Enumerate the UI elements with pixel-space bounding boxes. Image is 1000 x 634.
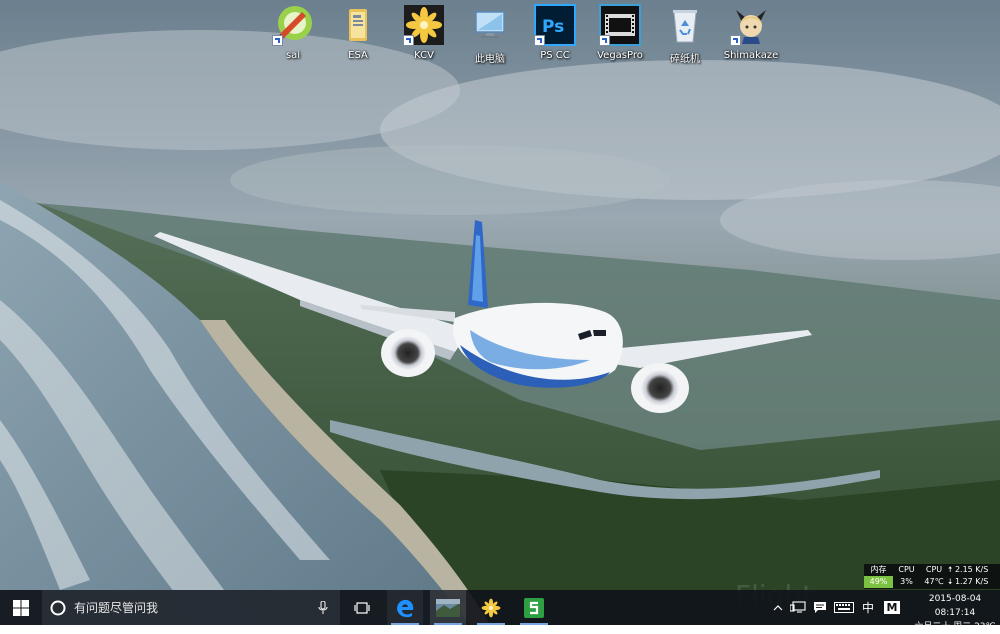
desktop-icon-label: PS CC [540,50,570,61]
ps-icon-letters: Ps [542,17,564,37]
taskbar-app-edge[interactable] [387,590,423,625]
clock-date-time: 2015-08-04 08:17:14 [910,592,1000,620]
desktop-icon-ps-cc[interactable]: Ps PS CC [520,4,590,66]
desktop-icon-sai[interactable]: sai [258,4,328,66]
cpu-label: CPU [898,565,915,574]
shortcut-arrow-icon [534,35,545,46]
clock-time: 08:17:14 [934,608,976,618]
shortcut-arrow-icon [730,35,741,46]
download-arrow-icon: 🠇 [948,577,953,586]
desktop-icon-esa[interactable]: ESA [323,4,393,66]
shimakaze-app-icon [730,4,772,46]
task-view-icon [354,601,370,614]
kcv-app-icon [481,598,501,617]
action-center-button[interactable] [810,590,830,625]
memory-label: 内存 [870,565,887,574]
desktop-icon-label: VegasPro [597,50,643,61]
cortana-circle-icon [50,600,66,615]
touch-keyboard-button[interactable] [832,590,856,625]
ime-language-label: 中 [861,601,874,615]
cpu-temp-label: CPU [925,565,943,574]
taskbar-app-photos[interactable] [430,590,466,625]
sai-app-icon [272,4,314,46]
message-icon [814,602,826,613]
keyboard-icon [834,602,854,613]
memory-usage: 内存 49% [864,564,893,589]
show-hidden-icons-button[interactable] [770,590,786,625]
taskbar: 有问题尽管问我 中 M 2015-08-04 08:17:14 六月二十 周二 … [0,590,1000,632]
clock-date: 2015-08-04 [928,594,982,604]
desktop-icon-label: Shimakaze [723,50,779,61]
green-s-app-icon [524,597,544,618]
taskbar-app-kcv[interactable] [473,590,509,625]
cpu-temperature: CPU 47℃ [921,564,947,589]
desktop-icon-label: 此电脑 [475,54,505,65]
download-value: 1.27 K/S [954,577,989,586]
upload-arrow-icon: 🠅 [948,565,953,574]
input-method-button[interactable]: 中 [858,590,878,625]
system-monitor-widget: 内存 49% CPU 3% CPU 47℃ 🠅 2.15 K/S 🠇 1.27 … [864,564,1000,589]
start-button[interactable] [0,590,42,625]
desktop-wallpaper: Flight [0,0,1000,625]
this-pc-icon [469,4,511,46]
edge-browser-icon [397,599,414,617]
desktop-icon-kcv[interactable]: KCV [389,4,459,66]
desktop-icon-shimakaze[interactable]: Shimakaze [716,4,786,66]
windows-logo-icon [13,599,29,616]
upload-speed: 🠅 2.15 K/S [948,564,1000,576]
cortana-search-box[interactable]: 有问题尽管问我 [42,590,340,625]
cpu-value: 3% [900,577,913,586]
download-speed: 🠇 1.27 K/S [948,576,1000,588]
network-button[interactable] [788,590,808,625]
taskbar-app-green-s[interactable] [516,590,552,625]
desktop-icon-label: ESA [348,50,368,61]
ime-mode-button[interactable]: M [880,590,904,625]
photoshop-icon: Ps [534,4,576,46]
desktop-icon-recycle-bin[interactable]: 碎纸机 [650,4,720,66]
cpu-usage: CPU 3% [894,564,919,589]
desktop-icon-label: sai [285,50,301,61]
task-view-button[interactable] [345,590,379,625]
folder-icon [337,4,379,46]
upload-value: 2.15 K/S [954,565,989,574]
kcv-app-icon [403,4,445,46]
clock-lunar-weather: 六月二十 周二 23℃ [914,622,996,632]
network-speed: 🠅 2.15 K/S 🠇 1.27 K/S [948,564,1000,589]
cpu-temp-value: 47℃ [924,577,944,586]
network-monitor-icon [790,601,806,613]
taskbar-clock[interactable]: 2015-08-04 08:17:14 六月二十 周二 23℃ [910,592,1000,634]
shortcut-arrow-icon [403,35,414,46]
memory-value: 49% [864,576,893,588]
photo-viewer-icon [436,598,460,617]
ime-mode-label: M [883,601,901,614]
recycle-bin-icon [664,4,706,46]
desktop-icon-vegas-pro[interactable]: VegasPro [585,4,655,66]
vegas-pro-icon [599,4,641,46]
search-placeholder: 有问题尽管问我 [74,601,159,615]
desktop-icon-label: 碎纸机 [670,54,700,65]
microphone-icon[interactable] [318,601,328,615]
desktop-icon-label: KCV [414,50,434,61]
chevron-up-icon [773,604,783,610]
shortcut-arrow-icon [272,35,283,46]
shortcut-arrow-icon [599,35,610,46]
desktop-icon-this-pc[interactable]: 此电脑 [455,4,525,66]
